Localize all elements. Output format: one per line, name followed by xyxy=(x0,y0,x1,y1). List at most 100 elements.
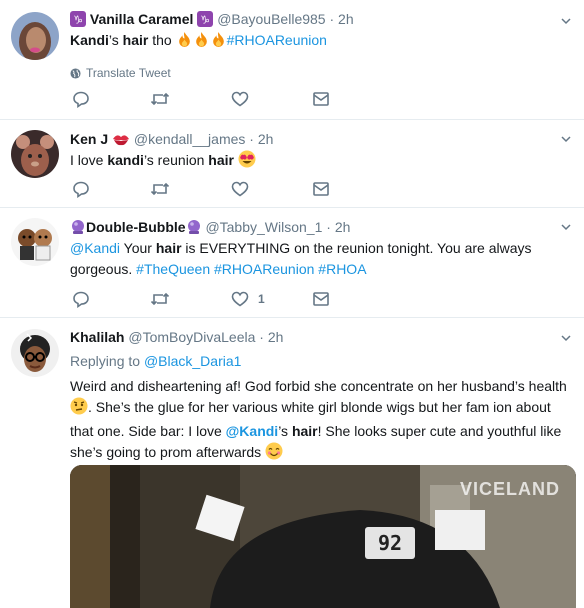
reply-button[interactable] xyxy=(72,89,90,109)
confused-face-emoji xyxy=(70,397,88,421)
tweet-header: Double-Bubble @Tabby_Wilson_1 · 2h xyxy=(70,217,572,237)
retweet-icon xyxy=(150,182,170,196)
timestamp[interactable]: 2h xyxy=(258,131,274,147)
svg-text:♑: ♑ xyxy=(200,14,210,27)
message-button[interactable] xyxy=(312,89,330,109)
like-button[interactable] xyxy=(231,179,249,199)
tweet-text: @Kandi Your hair is EVERYTHING on the re… xyxy=(70,238,572,280)
chevron-down-icon[interactable] xyxy=(560,220,572,232)
tweet-actions xyxy=(70,89,350,109)
like-icon xyxy=(231,91,249,107)
user-handle[interactable]: @TomBoyDivaLeela xyxy=(128,329,255,345)
text-segment: ’s reunion xyxy=(143,152,209,168)
hashtag-link[interactable]: #TheQueen xyxy=(136,261,210,277)
tweet[interactable]: ♑ Vanilla Caramel ♑ @BayouBelle985 · 2h … xyxy=(0,0,584,120)
fire-emoji xyxy=(176,31,193,54)
hashtag-link[interactable]: #RHOAReunion xyxy=(227,32,327,48)
replying-to: Replying to @Black_Daria1 xyxy=(70,351,572,371)
cap-text: 92 xyxy=(378,531,402,555)
reply-button[interactable] xyxy=(72,289,90,309)
keyword: hair xyxy=(291,423,318,439)
retweet-icon xyxy=(150,292,170,306)
crystal-ball-emoji xyxy=(70,219,86,240)
like-icon xyxy=(231,291,249,307)
globe-icon xyxy=(70,67,81,79)
reply-icon xyxy=(73,181,89,198)
translate-tweet[interactable]: Translate Tweet xyxy=(70,65,572,81)
kiss-mark-emoji xyxy=(112,132,130,152)
display-name[interactable]: Double-Bubble xyxy=(86,219,186,235)
heart-eyes-emoji xyxy=(238,150,256,174)
separator-dot: · xyxy=(329,11,335,27)
keyword: hair xyxy=(208,152,234,168)
tweet[interactable]: Khalilah @TomBoyDivaLeela · 2h Replying … xyxy=(0,318,584,608)
fire-emoji xyxy=(193,31,210,54)
hashtag-link[interactable]: #RHOAReunion xyxy=(214,261,314,277)
retweet-icon xyxy=(150,92,170,106)
tweet-actions xyxy=(70,179,350,199)
mention-link[interactable]: @Kandi xyxy=(226,423,279,439)
media-preview[interactable]: 92 VICELAND xyxy=(70,465,576,608)
retweet-button[interactable] xyxy=(150,89,170,109)
separator-dot: · xyxy=(326,219,331,235)
display-name[interactable]: Vanilla Caramel xyxy=(90,11,194,27)
tweet-text: I love kandi’s reunion hair xyxy=(70,150,572,174)
svg-text:♑: ♑ xyxy=(73,14,83,27)
timestamp[interactable]: 2h xyxy=(335,219,351,235)
translate-label: Translate Tweet xyxy=(86,66,171,80)
chevron-down-icon[interactable] xyxy=(560,14,572,26)
reply-icon xyxy=(73,291,89,308)
fire-emoji xyxy=(210,31,227,54)
mention-link[interactable]: @Kandi xyxy=(70,240,120,256)
avatar[interactable] xyxy=(11,218,59,266)
user-handle[interactable]: @BayouBelle985 xyxy=(217,11,325,27)
avatar[interactable] xyxy=(11,329,59,377)
separator-dot: · xyxy=(249,131,254,147)
tweet[interactable]: Ken J @kendall__james · 2h I love kandi’… xyxy=(0,120,584,208)
separator-dot: · xyxy=(259,329,264,345)
replying-label: Replying to xyxy=(70,353,141,369)
display-name[interactable]: Khalilah xyxy=(70,329,124,345)
user-handle[interactable]: @Tabby_Wilson_1 xyxy=(205,219,322,235)
crystal-ball-emoji xyxy=(186,219,202,240)
tweet[interactable]: Double-Bubble @Tabby_Wilson_1 · 2h @Kand… xyxy=(0,208,584,318)
timestamp[interactable]: 2h xyxy=(338,11,354,27)
text-segment: ’s xyxy=(278,423,292,439)
message-icon xyxy=(313,292,329,306)
capricorn-icon: ♑ xyxy=(70,11,86,32)
timestamp[interactable]: 2h xyxy=(268,329,284,345)
avatar[interactable] xyxy=(11,130,59,178)
reply-icon xyxy=(73,91,89,108)
hashtag-link[interactable]: #RHOA xyxy=(318,261,366,277)
keyword: Kandi xyxy=(70,32,109,48)
like-count: 1 xyxy=(258,292,265,306)
text-segment: Your xyxy=(120,240,156,256)
tweet-header: Khalilah @TomBoyDivaLeela · 2h xyxy=(70,327,572,347)
retweet-button[interactable] xyxy=(150,179,170,199)
like-button[interactable] xyxy=(231,89,249,109)
chevron-down-icon[interactable] xyxy=(560,132,572,144)
message-icon xyxy=(313,182,329,196)
display-name[interactable]: Ken J xyxy=(70,131,108,147)
retweet-button[interactable] xyxy=(150,289,170,309)
tweet-text: Weird and disheartening af! God forbid s… xyxy=(70,376,572,466)
capricorn-icon: ♑ xyxy=(197,11,214,32)
message-icon xyxy=(313,92,329,106)
message-button[interactable] xyxy=(312,289,330,309)
like-button[interactable]: 1 xyxy=(231,289,265,309)
message-button[interactable] xyxy=(312,179,330,199)
chevron-down-icon[interactable] xyxy=(560,331,572,343)
keyword: hair xyxy=(122,32,149,48)
like-icon xyxy=(231,181,249,197)
reply-mention-link[interactable]: @Black_Daria1 xyxy=(144,353,241,369)
keyword: kandi xyxy=(107,152,144,168)
tweet-header: ♑ Vanilla Caramel ♑ @BayouBelle985 · 2h xyxy=(70,9,572,29)
avatar[interactable] xyxy=(11,12,59,60)
text-segment: Weird and disheartening af! God forbid s… xyxy=(70,378,567,394)
text-segment: I love xyxy=(70,152,108,168)
tweet-text: Kandi’s hair tho #RHOAReunion xyxy=(70,30,572,54)
user-handle[interactable]: @kendall__james xyxy=(134,131,246,147)
watermark: VICELAND xyxy=(459,479,560,499)
reply-button[interactable] xyxy=(72,179,90,199)
tweet-actions: 1 xyxy=(70,289,350,309)
